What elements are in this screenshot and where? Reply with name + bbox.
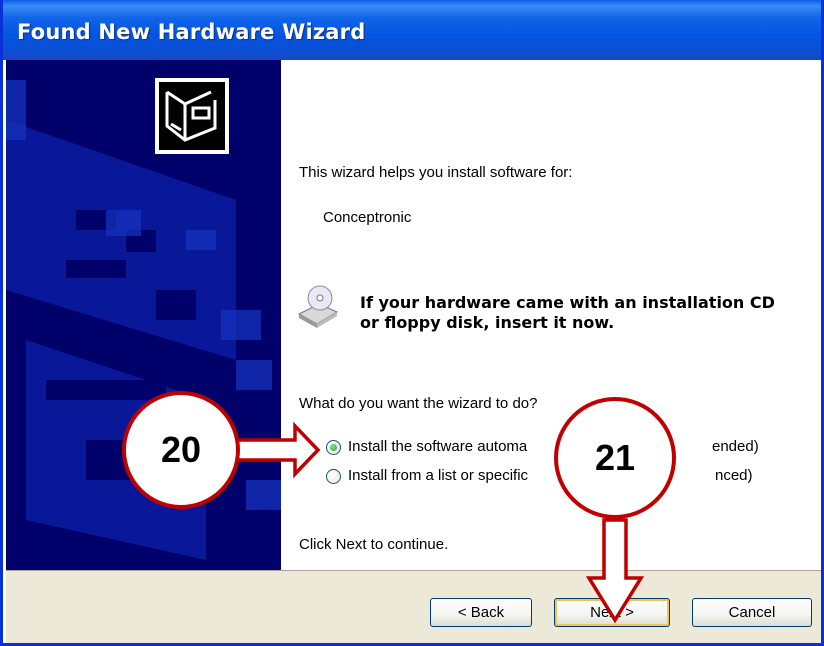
- question-text: What do you want the wizard to do?: [299, 395, 538, 412]
- cd-drive-icon: [295, 284, 341, 330]
- footer-text: Click Next to continue.: [299, 536, 449, 553]
- next-button[interactable]: Next >: [554, 598, 670, 627]
- cancel-button[interactable]: Cancel: [692, 598, 812, 627]
- cd-notice-line1: If your hardware came with an installati…: [360, 293, 775, 312]
- title-bar[interactable]: Found New Hardware Wizard: [3, 0, 821, 60]
- callout-21: 21: [554, 397, 676, 519]
- radio-selected-dot: [330, 444, 337, 451]
- wizard-window: Found New Hardware Wizard This wizard he…: [0, 0, 824, 646]
- radio-install-automatic[interactable]: [326, 440, 341, 455]
- callout-20: 20: [122, 391, 240, 509]
- option-list-label-end[interactable]: nced): [715, 467, 753, 484]
- option-automatic-label-end[interactable]: ended): [712, 438, 759, 455]
- option-automatic-label[interactable]: Install the software automa: [348, 438, 527, 455]
- hardware-icon: [155, 78, 229, 154]
- intro-text: This wizard helps you install software f…: [299, 164, 573, 181]
- wizard-content: This wizard helps you install software f…: [281, 60, 821, 570]
- radio-install-from-list[interactable]: [326, 469, 341, 484]
- button-bar: < Back Next > Cancel: [6, 570, 821, 643]
- window-title: Found New Hardware Wizard: [17, 20, 366, 44]
- back-button[interactable]: < Back: [430, 598, 532, 627]
- cd-notice-line2: or floppy disk, insert it now.: [360, 313, 615, 332]
- option-list-label[interactable]: Install from a list or specific: [348, 467, 528, 484]
- device-name: Conceptronic: [323, 209, 412, 226]
